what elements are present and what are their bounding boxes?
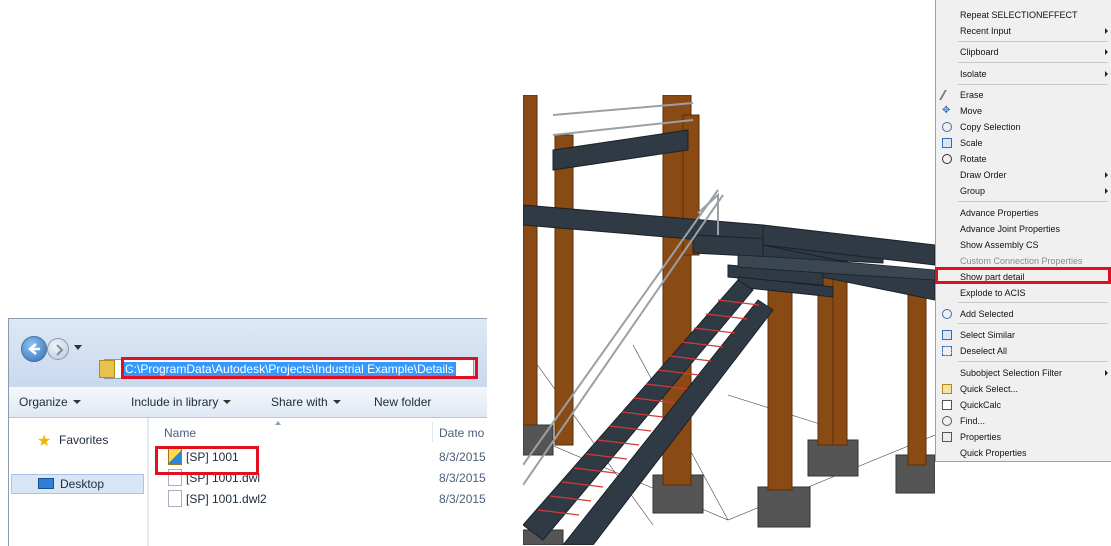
include-in-library-button[interactable]: Include in library: [131, 395, 232, 409]
menu-separator: [958, 201, 1108, 202]
menu-item-custom-connection-properties: Custom Connection Properties: [960, 256, 1083, 266]
organize-button[interactable]: Organize: [19, 395, 81, 409]
column: [832, 274, 848, 446]
chevron-down-icon: [72, 400, 81, 404]
include-in-library-label: Include in library: [131, 395, 219, 409]
context-menu: Repeat SELECTIONEFFECT Recent Input Clip…: [935, 0, 1111, 462]
organize-label: Organize: [19, 395, 68, 409]
chevron-down-icon: [332, 400, 341, 404]
submenu-arrow-icon: [1105, 28, 1108, 34]
sort-indicator-icon: [275, 421, 281, 425]
nav-desktop[interactable]: Desktop: [11, 474, 144, 494]
add-selected-icon: [942, 309, 952, 319]
recent-pages-dropdown[interactable]: [74, 345, 82, 350]
deselect-all-icon: [942, 346, 952, 356]
menu-highlight-box: [935, 267, 1111, 284]
select-similar-icon: [942, 330, 952, 340]
column: [907, 294, 927, 466]
column: [523, 95, 538, 426]
menu-item-select-similar[interactable]: Select Similar: [960, 330, 1015, 340]
new-folder-button[interactable]: New folder: [374, 395, 431, 409]
file-date: 8/3/2015: [439, 471, 486, 485]
menu-item-show-assembly-cs[interactable]: Show Assembly CS: [960, 240, 1039, 250]
forward-arrow-icon: [56, 344, 64, 356]
menu-item-quickcalc[interactable]: QuickCalc: [960, 400, 1001, 410]
menu-item-add-selected[interactable]: Add Selected: [960, 309, 1014, 319]
menu-item-recent-input[interactable]: Recent Input: [960, 26, 1011, 36]
move-icon: ✥: [942, 105, 951, 116]
find-icon: [942, 416, 952, 426]
command-bar: Organize Include in library Share with N…: [9, 387, 487, 418]
menu-separator: [958, 62, 1108, 63]
file-icon: [168, 490, 182, 507]
quick-select-icon: [942, 384, 952, 394]
forward-button[interactable]: [47, 338, 69, 360]
column-header-name[interactable]: Name: [164, 426, 196, 440]
back-button[interactable]: [21, 336, 47, 362]
menu-separator: [958, 361, 1108, 362]
scale-icon: [942, 138, 952, 148]
submenu-arrow-icon: [1105, 370, 1108, 376]
address-bar-area: C:\ProgramData\Autodesk\Projects\Industr…: [9, 319, 487, 387]
file-list: Name Date mo [SP] 1001 8/3/2015 [SP] 100…: [149, 418, 487, 546]
menu-item-quick-select[interactable]: Quick Select...: [960, 384, 1018, 394]
eraser-icon: [939, 90, 955, 100]
rotate-icon: [942, 154, 952, 164]
menu-item-scale[interactable]: Scale: [960, 138, 983, 148]
folder-icon: [99, 360, 115, 378]
properties-icon: [942, 432, 952, 442]
menu-item-isolate[interactable]: Isolate: [960, 69, 987, 79]
menu-item-find[interactable]: Find...: [960, 416, 985, 426]
back-arrow-icon: [28, 343, 40, 355]
submenu-arrow-icon: [1105, 49, 1108, 55]
explorer-window: C:\ProgramData\Autodesk\Projects\Industr…: [8, 318, 487, 546]
column-divider[interactable]: [432, 422, 433, 442]
menu-item-advance-properties[interactable]: Advance Properties: [960, 208, 1039, 218]
footing: [757, 486, 811, 528]
submenu-arrow-icon: [1105, 172, 1108, 178]
column: [767, 259, 793, 491]
share-with-button[interactable]: Share with: [271, 395, 341, 409]
menu-item-deselect-all[interactable]: Deselect All: [960, 346, 1007, 356]
menu-separator: [958, 323, 1108, 324]
structure-3d-view[interactable]: [523, 95, 935, 545]
address-highlight-box: [121, 357, 478, 379]
menu-item-repeat[interactable]: Repeat SELECTIONEFFECT: [960, 10, 1078, 20]
nav-favorites[interactable]: Favorites: [59, 433, 108, 447]
submenu-arrow-icon: [1105, 71, 1108, 77]
menu-item-properties[interactable]: Properties: [960, 432, 1001, 442]
menu-item-advance-joint-properties[interactable]: Advance Joint Properties: [960, 224, 1060, 234]
menu-separator: [958, 41, 1108, 42]
menu-item-quick-properties[interactable]: Quick Properties: [960, 448, 1027, 458]
chevron-down-icon: [223, 400, 232, 404]
menu-item-move[interactable]: Move: [960, 106, 982, 116]
menu-item-group[interactable]: Group: [960, 186, 985, 196]
menu-separator: [958, 302, 1108, 303]
column-header-date[interactable]: Date mo: [439, 426, 484, 440]
menu-item-draw-order[interactable]: Draw Order: [960, 170, 1007, 180]
menu-item-clipboard[interactable]: Clipboard: [960, 47, 999, 57]
calculator-icon: [942, 400, 952, 410]
menu-item-subobject-selection-filter[interactable]: Subobject Selection Filter: [960, 368, 1062, 378]
submenu-arrow-icon: [1105, 188, 1108, 194]
file-date: 8/3/2015: [439, 450, 486, 464]
copy-icon: [942, 122, 952, 132]
file-name: [SP] 1001.dwl2: [186, 492, 267, 506]
file-row[interactable]: [SP] 1001.dwl2 8/3/2015: [149, 489, 487, 509]
menu-item-rotate[interactable]: Rotate: [960, 154, 987, 164]
desktop-icon: [38, 478, 54, 489]
file-highlight-box: [155, 446, 259, 475]
share-with-label: Share with: [271, 395, 328, 409]
file-date: 8/3/2015: [439, 492, 486, 506]
menu-separator: [958, 84, 1108, 85]
menu-item-explode-to-acis[interactable]: Explode to ACIS: [960, 288, 1026, 298]
nav-desktop-label: Desktop: [60, 477, 105, 491]
menu-item-copy-selection[interactable]: Copy Selection: [960, 122, 1021, 132]
menu-item-erase[interactable]: Erase: [960, 90, 984, 100]
ground-grid: [523, 344, 935, 526]
navigation-pane: ★ Favorites Desktop: [9, 418, 147, 546]
star-icon: ★: [37, 433, 52, 450]
